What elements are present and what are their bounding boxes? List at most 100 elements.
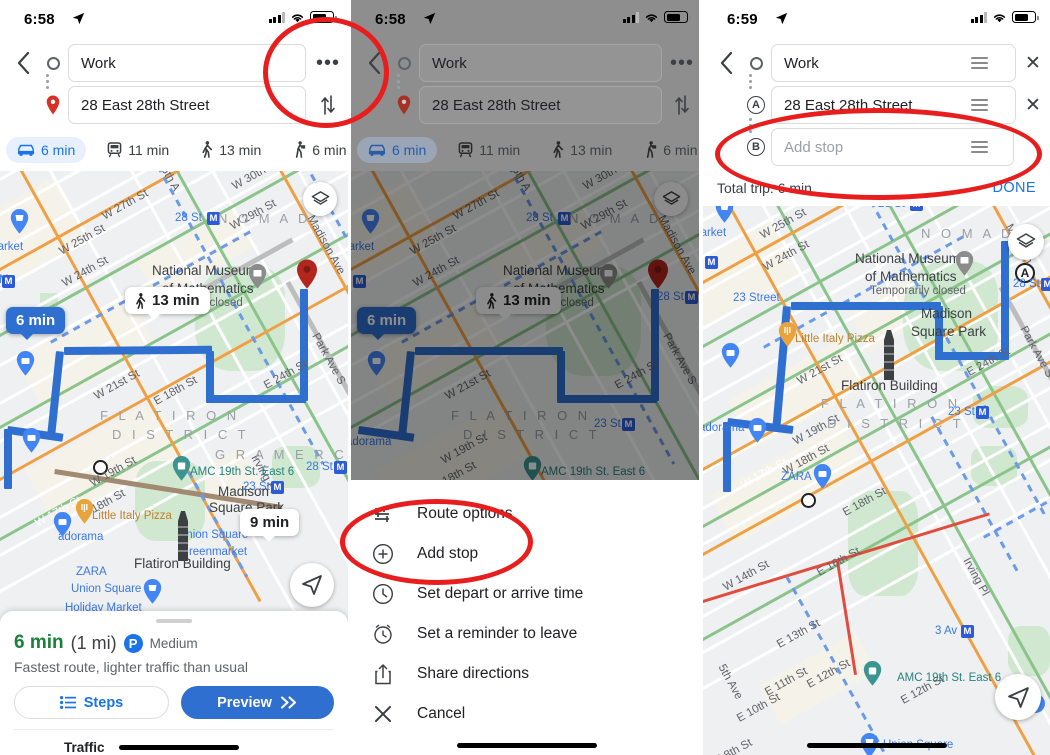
route-subtitle: Fastest route, lighter traffic than usua… [14, 659, 248, 675]
menu-item-add-stop[interactable]: Add stop [351, 534, 702, 574]
done-button[interactable]: DONE [993, 180, 1037, 196]
status-indicators [622, 11, 691, 23]
navigation-arrow-icon [72, 12, 85, 28]
back-button[interactable] [8, 52, 38, 74]
subway-badge-icon: M [271, 481, 284, 494]
map-layers-button[interactable] [303, 182, 337, 216]
origin-row: Work ••• [351, 44, 702, 82]
preview-button[interactable]: Preview [181, 686, 334, 719]
mode-tab-driving[interactable]: 6 min [6, 136, 87, 163]
schedule-icon [365, 583, 401, 605]
recenter-button[interactable] [290, 563, 334, 607]
alarm-icon [365, 623, 401, 645]
flatiron-3d-building [878, 330, 900, 380]
route-time-bubble-walking[interactable]: 13 min [125, 287, 210, 320]
menu-item-share-directions[interactable]: Share directions [351, 654, 702, 694]
drag-handle-icon[interactable] [971, 141, 988, 153]
eta-duration: 6 min [14, 632, 64, 653]
directions-header: Work ••• 28 East 28th Street [351, 34, 702, 134]
destination-marker [296, 259, 318, 289]
wifi-icon [993, 13, 1006, 22]
home-indicator [806, 743, 947, 748]
mode-tab-walking[interactable]: 13 min [541, 136, 623, 163]
parking-badge-icon: P [123, 633, 143, 653]
recenter-button[interactable] [995, 674, 1041, 720]
battery-icon [310, 11, 337, 23]
subway-badge-icon: M [1041, 278, 1050, 291]
swap-icon [675, 95, 689, 115]
mode-tab-transit[interactable]: 11 min [96, 137, 180, 163]
navigation-arrow-icon [775, 12, 788, 28]
menu-item-depart-arrive-time[interactable]: Set depart or arrive time [351, 574, 702, 614]
cellular-bars-icon [268, 11, 285, 23]
eta-row: 6 min (1 mi) P Medium [14, 632, 334, 654]
mode-tab-driving[interactable]: 6 min [357, 136, 438, 163]
battery-icon [664, 11, 691, 23]
origin-input[interactable]: Work [68, 44, 306, 82]
home-indicator [456, 743, 597, 748]
stop-badge-a: A [741, 96, 771, 114]
travel-mode-tabs: 6 min 11 min 13 min 6 min 6 m [351, 134, 702, 171]
origin-dot-icon [741, 56, 771, 70]
map-canvas[interactable]: A W 25th St W 24th St W 21st St W 19th S… [703, 206, 1050, 755]
status-bar: 6:59 [703, 0, 1050, 34]
status-bar: 6:58 [351, 0, 702, 34]
traffic-label: Traffic [64, 740, 105, 755]
drag-handle-icon[interactable] [971, 99, 988, 111]
stop-badge-b: B [741, 138, 771, 156]
origin-marker [801, 493, 816, 508]
route-time-bubble-alt[interactable]: 9 min [240, 509, 300, 542]
mode-tab-transit[interactable]: 11 min [447, 137, 531, 163]
navigation-arrow-icon [423, 12, 436, 28]
route-time-bubble-primary[interactable]: 6 min [6, 307, 66, 340]
parking-level: Medium [149, 635, 198, 651]
overflow-menu-button[interactable]: ••• [662, 53, 702, 73]
status-indicators [268, 11, 337, 23]
destination-input[interactable]: 28 East 28th Street [68, 86, 306, 124]
plus-circle-icon [365, 543, 401, 565]
back-button[interactable] [359, 52, 389, 74]
destination-pin-icon [38, 95, 68, 115]
map-layers-button[interactable] [1008, 224, 1044, 260]
subway-badge-icon: M [334, 461, 347, 474]
status-indicators [970, 11, 1039, 23]
battery-icon [1012, 11, 1039, 23]
stops-editor-header: Work ✕ A 28 East 28th Street ✕ B Add sto… [703, 34, 1050, 176]
home-indicator [118, 745, 239, 750]
destination-input[interactable]: 28 East 28th Street [419, 86, 662, 124]
walk-icon [136, 292, 146, 309]
menu-item-reminder-to-leave[interactable]: Set a reminder to leave [351, 614, 702, 654]
origin-row: Work ••• [0, 44, 348, 82]
mode-tab-rideshare[interactable]: 6 min [633, 136, 702, 163]
wifi-icon [291, 13, 304, 22]
remove-stop-button-origin[interactable]: ✕ [1016, 52, 1050, 75]
overflow-menu-button[interactable]: ••• [308, 53, 348, 73]
status-bar: 6:58 [0, 0, 348, 34]
total-trip-row: Total trip: 6 min DONE [703, 176, 1050, 206]
close-icon [365, 705, 401, 723]
remove-stop-button-a[interactable]: ✕ [1016, 94, 1050, 117]
panel-directions-overview: 6:58 Work ••• 28 East 28th Street 6 min … [0, 0, 348, 755]
panel-add-stop: 6:59 Work ✕ A 28 East 28th Street ✕ B Ad… [703, 0, 1050, 755]
route-summary-card: 6 min (1 mi) P Medium Fastest route, lig… [0, 611, 348, 755]
steps-button[interactable]: Steps [14, 686, 169, 719]
drag-handle-icon[interactable] [971, 57, 988, 69]
stop-row-origin: Work ✕ [703, 44, 1050, 82]
subway-badge-icon: M [705, 256, 718, 269]
mode-tab-rideshare[interactable]: 6 min [282, 136, 348, 163]
share-icon [365, 663, 401, 685]
double-chevron-right-icon [280, 696, 296, 709]
layers-icon [311, 190, 329, 205]
mode-tab-walking[interactable]: 13 min [190, 136, 272, 163]
menu-item-cancel[interactable]: Cancel [351, 694, 702, 734]
list-icon [59, 696, 76, 709]
back-button[interactable] [711, 52, 741, 74]
menu-item-route-options[interactable]: Route options [351, 494, 702, 534]
flatiron-3d-building [172, 511, 194, 563]
layers-icon [1016, 233, 1036, 248]
directions-header: Work ••• 28 East 28th Street [0, 34, 348, 134]
swap-button[interactable] [308, 94, 348, 116]
sheet-grabber[interactable] [156, 619, 192, 623]
swap-button[interactable] [662, 94, 702, 116]
origin-input[interactable]: Work [419, 44, 662, 82]
